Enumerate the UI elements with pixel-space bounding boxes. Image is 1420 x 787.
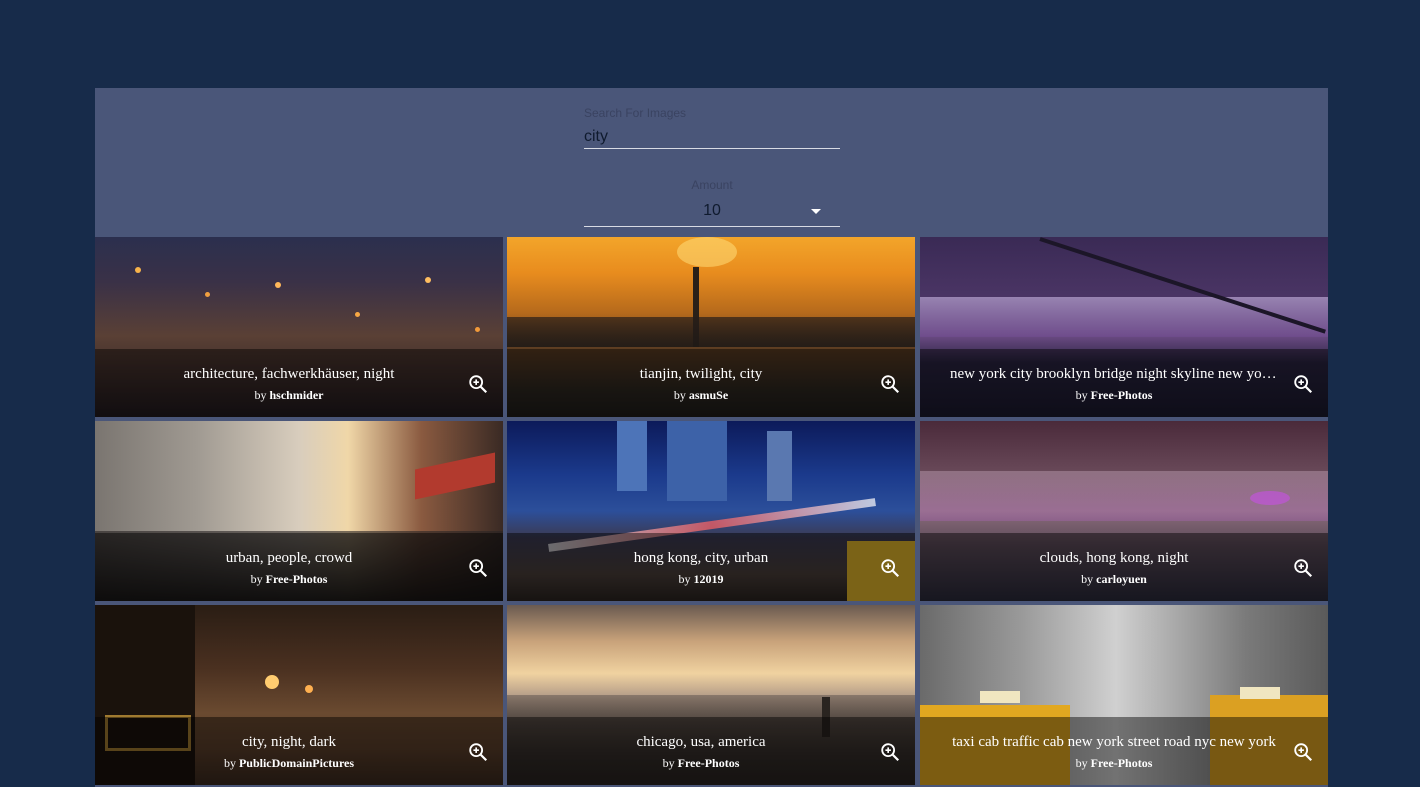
caption-overlay [95,533,503,601]
caption-overlay [920,533,1328,601]
caption-overlay [920,349,1328,417]
image-byline: by Free-Photos [950,756,1278,771]
byline-prefix: by [250,572,263,586]
image-author: Free-Photos [1090,756,1153,770]
image-title: urban, people, crowd [225,550,353,566]
caption-overlay [507,717,915,785]
amount-label: Amount [691,178,733,192]
image-tile[interactable]: taxi cab traffic cab new york street roa… [920,605,1328,785]
image-tile[interactable]: chicago, usa, america by Free-Photos [507,605,915,785]
caption-overlay [95,349,503,417]
byline-prefix: by [673,388,686,402]
image-byline: by Free-Photos [537,756,865,771]
image-byline: by carloyuen [950,572,1278,587]
image-author: carloyuen [1096,572,1147,586]
image-tile[interactable]: city, night, dark by PublicDomainPicture… [95,605,503,785]
image-byline: by 12019 [537,572,865,587]
image-author: hschmider [269,388,324,402]
zoom-in-icon[interactable] [1292,741,1314,763]
image-author: Free-Photos [1090,388,1153,402]
image-title: tianjin, twilight, city [639,366,763,382]
image-author: PublicDomainPictures [238,756,355,770]
image-title: chicago, usa, america [636,734,766,750]
caption-overlay [95,717,503,785]
image-tile[interactable]: hong kong, city, urban by 12019 [507,421,915,601]
amount-select[interactable]: 10 [584,200,840,227]
image-title: new york city brooklyn bridge night skyl… [950,366,1278,382]
image-title: taxi cab traffic cab new york street roa… [952,734,1276,750]
image-author: Free-Photos [677,756,740,770]
zoom-in-icon[interactable] [879,373,901,395]
zoom-in-icon[interactable] [879,557,901,579]
caption-overlay [920,717,1328,785]
byline-prefix: by [1075,388,1088,402]
image-author: asmuSe [688,388,729,402]
byline-prefix: by [1075,756,1088,770]
byline-prefix: by [254,388,267,402]
caption-overlay [507,533,915,601]
image-title: architecture, fachwerkhäuser, night [183,366,395,382]
amount-field[interactable]: Amount 10 [584,178,840,227]
zoom-in-icon[interactable] [467,741,489,763]
byline-prefix: by [678,572,691,586]
zoom-in-icon[interactable] [467,557,489,579]
search-input[interactable]: city [584,128,840,149]
image-title: hong kong, city, urban [633,550,769,566]
image-tile[interactable]: tianjin, twilight, city by asmuSe [507,237,915,417]
byline-prefix: by [1081,572,1094,586]
gallery-panel: Search For Images city Amount 10 archite… [95,88,1328,787]
image-byline: by asmuSe [537,388,865,403]
image-grid: architecture, fachwerkhäuser, night by h… [95,237,1328,787]
byline-prefix: by [662,756,675,770]
image-tile[interactable]: urban, people, crowd by Free-Photos [95,421,503,601]
caption-overlay [507,349,915,417]
zoom-in-icon[interactable] [1292,373,1314,395]
image-byline: by hschmider [125,388,453,403]
image-byline: by PublicDomainPictures [125,756,453,771]
image-byline: by Free-Photos [125,572,453,587]
arrow-drop-down-icon[interactable] [811,209,821,214]
zoom-in-icon[interactable] [879,741,901,763]
image-tile[interactable]: clouds, hong kong, night by carloyuen [920,421,1328,601]
image-title: clouds, hong kong, night [1039,550,1189,566]
search-field[interactable]: Search For Images city [584,106,840,149]
search-label: Search For Images [584,106,687,120]
zoom-in-icon[interactable] [1292,557,1314,579]
byline-prefix: by [223,756,236,770]
amount-value: 10 [703,202,721,219]
image-title: city, night, dark [241,734,336,750]
image-byline: by Free-Photos [950,388,1278,403]
zoom-in-icon[interactable] [467,373,489,395]
image-tile[interactable]: new york city brooklyn bridge night skyl… [920,237,1328,417]
image-author: Free-Photos [265,572,328,586]
image-author: 12019 [693,572,724,586]
image-tile[interactable]: architecture, fachwerkhäuser, night by h… [95,237,503,417]
